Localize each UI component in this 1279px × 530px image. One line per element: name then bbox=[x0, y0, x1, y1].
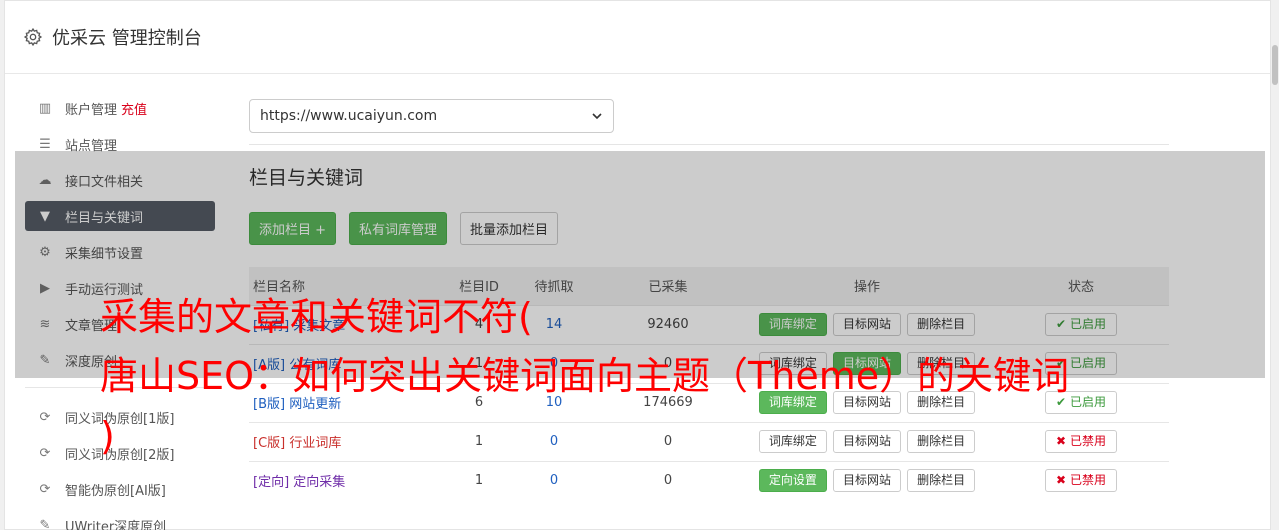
sidebar-item[interactable]: ⟳ 智能伪原创[AI版] bbox=[25, 474, 215, 504]
overlay-text-line3: ) bbox=[100, 414, 115, 458]
chevron-down-icon bbox=[592, 113, 602, 120]
sidebar-item-label: 账户管理 bbox=[65, 102, 118, 118]
cell-status: ✖ 已禁用 bbox=[993, 460, 1169, 500]
status-label: 已禁用 bbox=[1069, 434, 1106, 448]
pending-link[interactable]: 0 bbox=[550, 473, 558, 488]
divider bbox=[249, 144, 1169, 145]
page-title: 优采云 管理控制台 bbox=[52, 28, 202, 49]
header: 优采云 管理控制台 bbox=[5, 1, 1270, 74]
cell-pending: 0 bbox=[513, 460, 595, 500]
cell-id: 1 bbox=[445, 460, 513, 500]
status-label: 已启用 bbox=[1069, 395, 1106, 409]
overlay-text-line2: 唐山SEO：如何突出关键词面向主题（Theme）的关键词 bbox=[100, 354, 1070, 398]
refresh-icon: ⟳ bbox=[39, 409, 51, 425]
row-tag: [定向] bbox=[253, 475, 290, 491]
scrollbar-thumb[interactable] bbox=[1272, 45, 1278, 85]
sidebar-item[interactable]: ▥ 账户管理 充值 bbox=[25, 93, 215, 123]
row-name-link[interactable]: 行业词库 bbox=[289, 436, 341, 451]
gear-icon bbox=[23, 27, 43, 47]
cell-name: [定向] 定向采集 bbox=[249, 460, 445, 500]
server-icon: ☰ bbox=[39, 136, 51, 152]
sidebar-item-label: UWriter深度原创 bbox=[65, 519, 167, 530]
sidebar-item-label: 同义词伪原创[1版] bbox=[65, 411, 175, 427]
scrollbar[interactable] bbox=[1271, 0, 1279, 530]
table-row: [C版] 行业词库 1 0 0 词库绑定 目标网站 删除栏目 ✖ 已禁用 bbox=[249, 421, 1169, 461]
site-select-value: https://www.ucaiyun.com bbox=[260, 108, 438, 124]
cell-status: ✖ 已禁用 bbox=[993, 421, 1169, 461]
sidebar-item[interactable]: ⟳ 同义词伪原创[1版] bbox=[25, 402, 215, 432]
cell-id: 1 bbox=[445, 421, 513, 461]
row-tag: [C版] bbox=[253, 436, 286, 451]
dim-overlay bbox=[15, 151, 1265, 378]
bind-dictionary-button[interactable]: 定向设置 bbox=[758, 469, 827, 493]
cell-ops: 词库绑定 目标网站 删除栏目 bbox=[741, 421, 993, 461]
cell-ops: 定向设置 目标网站 删除栏目 bbox=[741, 460, 993, 500]
pending-link[interactable]: 0 bbox=[550, 434, 558, 449]
target-site-button[interactable]: 目标网站 bbox=[832, 469, 901, 493]
bind-dictionary-button[interactable]: 词库绑定 bbox=[758, 430, 827, 453]
delete-column-button[interactable]: 删除栏目 bbox=[907, 469, 976, 493]
cell-done: 0 bbox=[595, 460, 741, 500]
cell-done: 0 bbox=[595, 421, 741, 461]
status-toggle[interactable]: ✖ 已禁用 bbox=[1045, 430, 1117, 453]
sidebar-item[interactable]: ⟳ 同义词伪原创[2版] bbox=[25, 438, 215, 468]
status-label: 已禁用 bbox=[1069, 473, 1106, 488]
status-toggle[interactable]: ✖ 已禁用 bbox=[1045, 469, 1117, 493]
cross-icon: ✖ bbox=[1056, 434, 1067, 448]
edit-icon: ✎ bbox=[39, 517, 51, 530]
delete-column-button[interactable]: 删除栏目 bbox=[907, 430, 976, 453]
overlay-text-line1: 采集的文章和关键词不符( bbox=[100, 295, 533, 339]
recharge-link[interactable]: 充值 bbox=[121, 99, 147, 118]
table-row: [定向] 定向采集 1 0 0 定向设置 目标网站 删除栏目 ✖ 已禁用 bbox=[249, 460, 1169, 500]
bar-chart-icon: ▥ bbox=[38, 100, 52, 116]
row-name-link[interactable]: 定向采集 bbox=[293, 475, 345, 490]
sidebar-item-label: 智能伪原创[AI版] bbox=[65, 483, 166, 499]
refresh-icon: ⟳ bbox=[39, 481, 51, 497]
cell-name: [C版] 行业词库 bbox=[249, 421, 445, 461]
sidebar-item[interactable]: ✎ UWriter深度原创 bbox=[25, 510, 215, 530]
sidebar-item-label: 同义词伪原创[2版] bbox=[65, 447, 175, 463]
cross-icon: ✖ bbox=[1056, 473, 1067, 488]
target-site-button[interactable]: 目标网站 bbox=[832, 430, 901, 453]
cell-pending: 0 bbox=[513, 421, 595, 461]
refresh-icon: ⟳ bbox=[39, 445, 51, 461]
site-select[interactable]: https://www.ucaiyun.com bbox=[249, 99, 614, 133]
